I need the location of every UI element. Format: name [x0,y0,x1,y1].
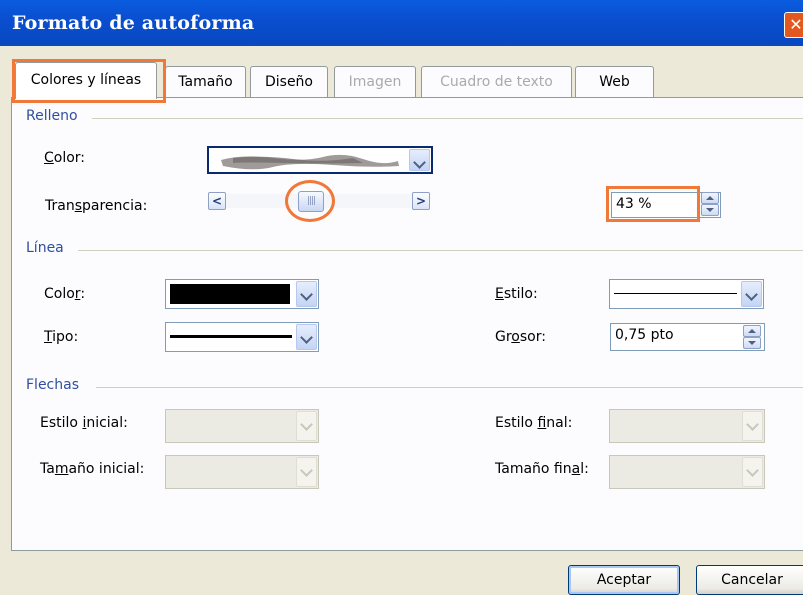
chevron-down-icon[interactable] [409,149,430,171]
tab-label: Tamaño [178,74,233,90]
fill-color-dropdown[interactable] [207,146,433,174]
section-linea: Línea [26,240,64,256]
tab-cuadro-de-texto: Cuadro de texto [421,66,572,97]
tab-imagen: Imagen [334,66,416,97]
grosor-value: 0,75 pto [615,327,674,343]
tab-label: Diseño [264,74,313,90]
chevron-down-icon [742,411,763,441]
grosor-spinner[interactable]: 0,75 pto [610,323,765,351]
tab-tamano[interactable]: Tamaño [165,66,246,97]
tamano-inicial-label: Tamaño inicial: [40,461,145,477]
section-divider [78,250,803,251]
title-bar: Formato de autoforma ✕ [0,0,803,46]
estilo-final-label: Estilo final: [495,415,573,431]
estilo-label: Estilo: [495,286,538,302]
tamano-final-label: Tamaño final: [495,461,589,477]
spin-up-icon[interactable] [743,325,761,337]
chevron-down-icon[interactable] [296,281,317,307]
spin-down-icon[interactable] [701,204,719,216]
spin-down-icon[interactable] [743,337,761,349]
slider-highlight-circle [285,180,335,222]
line-style-sample [614,293,737,294]
tab-label: Cuadro de texto [440,74,553,90]
chevron-down-icon [296,411,317,441]
section-relleno: Relleno [26,108,78,124]
chevron-left-icon: < [211,194,223,208]
cancel-button[interactable]: Cancelar [696,565,803,595]
accept-button[interactable]: Aceptar [568,565,680,595]
transparency-label: Transparencia: [45,198,148,214]
estilo-inicial-label: Estilo inicial: [40,415,128,431]
line-style-dropdown[interactable] [609,279,764,309]
chevron-down-icon [296,457,317,487]
tab-web[interactable]: Web [575,66,654,97]
end-style-dropdown [609,409,765,443]
relleno-color-label: Color: [44,150,86,166]
grosor-label: Grosor: [495,329,546,345]
start-size-dropdown [165,455,319,489]
transparency-highlight-box [606,186,700,222]
tab-label: Imagen [348,74,402,90]
tab-diseno[interactable]: Diseño [250,66,328,97]
line-type-sample [170,335,292,338]
close-icon: ✕ [789,15,803,34]
slider-left-button[interactable]: < [208,192,226,210]
section-divider [92,118,803,119]
line-type-dropdown[interactable] [165,322,319,352]
tab-label: Web [599,74,630,90]
end-size-dropdown [609,455,765,489]
linea-color-label: Color: [44,286,86,302]
chevron-down-icon[interactable] [296,324,317,350]
tipo-label: Tipo: [44,329,79,345]
line-color-swatch [170,284,290,304]
section-flechas: Flechas [26,377,79,393]
slider-right-button[interactable]: > [412,192,430,210]
chevron-down-icon [742,457,763,487]
window-title: Formato de autoforma [12,12,255,34]
fill-color-swatch [213,152,409,170]
chevron-right-icon: > [415,194,427,208]
spin-up-icon[interactable] [701,192,719,204]
line-color-dropdown[interactable] [165,279,319,309]
close-button[interactable]: ✕ [784,12,803,38]
tab-highlight-box [12,59,166,103]
section-divider [96,387,803,388]
chevron-down-icon[interactable] [741,281,762,307]
start-style-dropdown [165,409,319,443]
